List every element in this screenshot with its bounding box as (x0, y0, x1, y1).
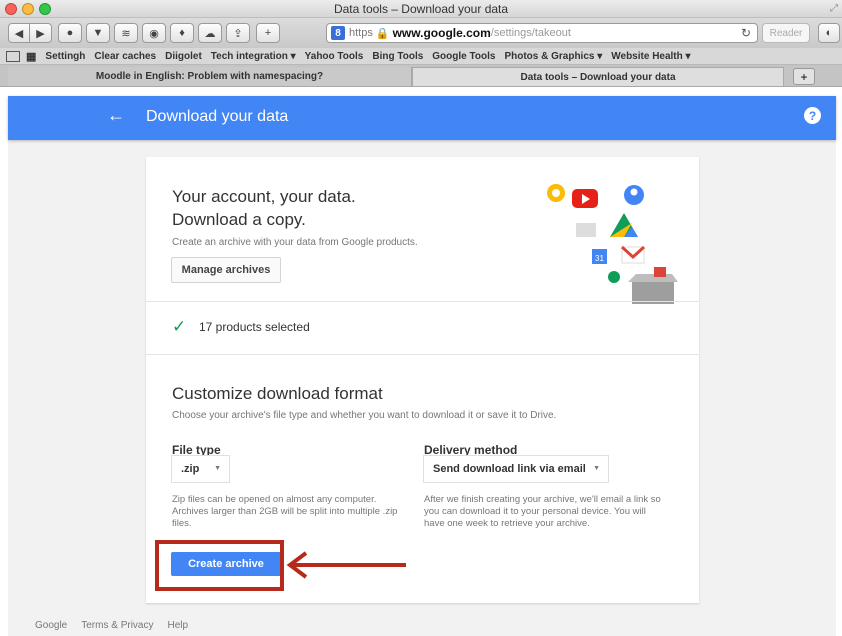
customize-heading: Customize download format (172, 384, 383, 403)
intro-description: Create an archive with your data from Go… (172, 237, 418, 248)
file-type-value: .zip (181, 463, 200, 475)
highlight-box (155, 540, 284, 591)
divider (146, 301, 699, 302)
file-type-select[interactable]: .zip ▼ (171, 455, 230, 483)
bookmark-item[interactable]: Google Tools (432, 51, 495, 62)
delivery-method-value: Send download link via email (433, 463, 586, 475)
cloud-icon[interactable]: ☁ (198, 23, 222, 43)
footer-google-link[interactable]: Google (35, 620, 67, 631)
bookmark-item[interactable]: Photos & Graphics ▾ (504, 51, 602, 62)
arrow-left-icon[interactable]: ← (107, 105, 125, 126)
url-protocol: https (349, 27, 373, 39)
google-favicon-icon: 8 (331, 26, 345, 40)
arrow-left-annotation-icon (286, 551, 406, 579)
bookmark-item[interactable]: Tech integration ▾ (211, 51, 296, 62)
browser-toolbar: ◀ ▶ ● ▼ ≋ ◉ ♦ ☁ ⇪ + 8 https 🔒 www.google… (0, 18, 842, 48)
pocket-icon[interactable]: ▼ (86, 23, 110, 43)
help-icon[interactable]: ? (804, 107, 821, 124)
new-tab-icon[interactable]: + (256, 23, 280, 43)
reload-icon[interactable]: ↻ (741, 26, 751, 40)
book-icon[interactable] (6, 50, 20, 62)
url-host: www.google.com (392, 26, 491, 40)
bookmark-item[interactable]: Website Health ▾ (611, 51, 690, 62)
divider (146, 354, 699, 355)
url-path: /settings/takeout (490, 27, 571, 39)
app-bar: ← Download your data ? (8, 96, 836, 140)
takeout-card: Your account, your data. Download a copy… (146, 157, 699, 603)
grid-icon[interactable]: ▦ (26, 50, 36, 63)
intro-heading-line2: Download a copy. (172, 210, 306, 229)
nav-buttons: ◀ ▶ (8, 23, 52, 43)
bookmark-item[interactable]: Bing Tools (372, 51, 423, 62)
bookmarks-bar: ▦ Settingh Clear caches Diigolet Tech in… (0, 48, 842, 65)
address-bar[interactable]: 8 https 🔒 www.google.com /settings/takeo… (326, 23, 758, 43)
window-titlebar: Data tools – Download your data ⤢ (0, 0, 842, 18)
delivery-method-select[interactable]: Send download link via email ▼ (423, 455, 609, 483)
downloads-icon[interactable]: ◐ (818, 23, 840, 43)
layers-icon[interactable]: ≋ (114, 23, 138, 43)
fullscreen-icon[interactable]: ⤢ (830, 3, 838, 14)
add-tab-button[interactable]: + (793, 68, 815, 85)
delivery-method-note: After we finish creating your archive, w… (424, 494, 661, 529)
tab-takeout[interactable]: Data tools – Download your data (412, 67, 784, 86)
chevron-down-icon: ▼ (593, 465, 600, 472)
adblock-icon[interactable]: ◉ (142, 23, 166, 43)
lightbulb-icon[interactable]: ♦ (170, 23, 194, 43)
svg-text:31: 31 (595, 254, 604, 263)
customize-description: Choose your archive's file type and whet… (172, 410, 557, 421)
checkmark-icon: ✓ (172, 317, 187, 336)
extension-icon[interactable]: ● (58, 23, 82, 43)
google-plus-icon (654, 267, 666, 277)
share-icon[interactable]: ⇪ (226, 23, 250, 43)
page-title: Download your data (146, 108, 289, 125)
hangouts-icon (608, 271, 620, 283)
bookmark-item[interactable]: Diigolet (165, 51, 202, 62)
manage-archives-button[interactable]: Manage archives (171, 257, 281, 283)
footer-help-link[interactable]: Help (167, 620, 188, 631)
intro-heading-line1: Your account, your data. (172, 187, 356, 206)
window-title: Data tools – Download your data (333, 2, 509, 16)
products-selected-count[interactable]: 17 products selected (199, 320, 310, 334)
tab-moodle[interactable]: Moodle in English: Problem with namespac… (8, 67, 412, 86)
footer-terms-link[interactable]: Terms & Privacy (81, 620, 153, 631)
bookmark-item[interactable]: Yahoo Tools (305, 51, 364, 62)
reader-button[interactable]: Reader (762, 23, 810, 43)
file-type-note: Zip files can be opened on almost any co… (172, 494, 398, 529)
bookmark-item[interactable]: Settingh (45, 51, 85, 62)
forward-nav-button[interactable]: ▶ (30, 23, 52, 43)
lock-icon: 🔒 (375, 27, 390, 40)
tab-bar: Moodle in English: Problem with namespac… (0, 65, 842, 87)
chevron-down-icon: ▼ (214, 465, 221, 472)
bookmark-item[interactable]: Clear caches (94, 51, 156, 62)
page-footer: Google Terms & Privacy Help (35, 620, 188, 631)
back-nav-button[interactable]: ◀ (8, 23, 30, 43)
contacts-card-icon (576, 223, 596, 237)
google-products-illustration: 31 (547, 184, 678, 304)
